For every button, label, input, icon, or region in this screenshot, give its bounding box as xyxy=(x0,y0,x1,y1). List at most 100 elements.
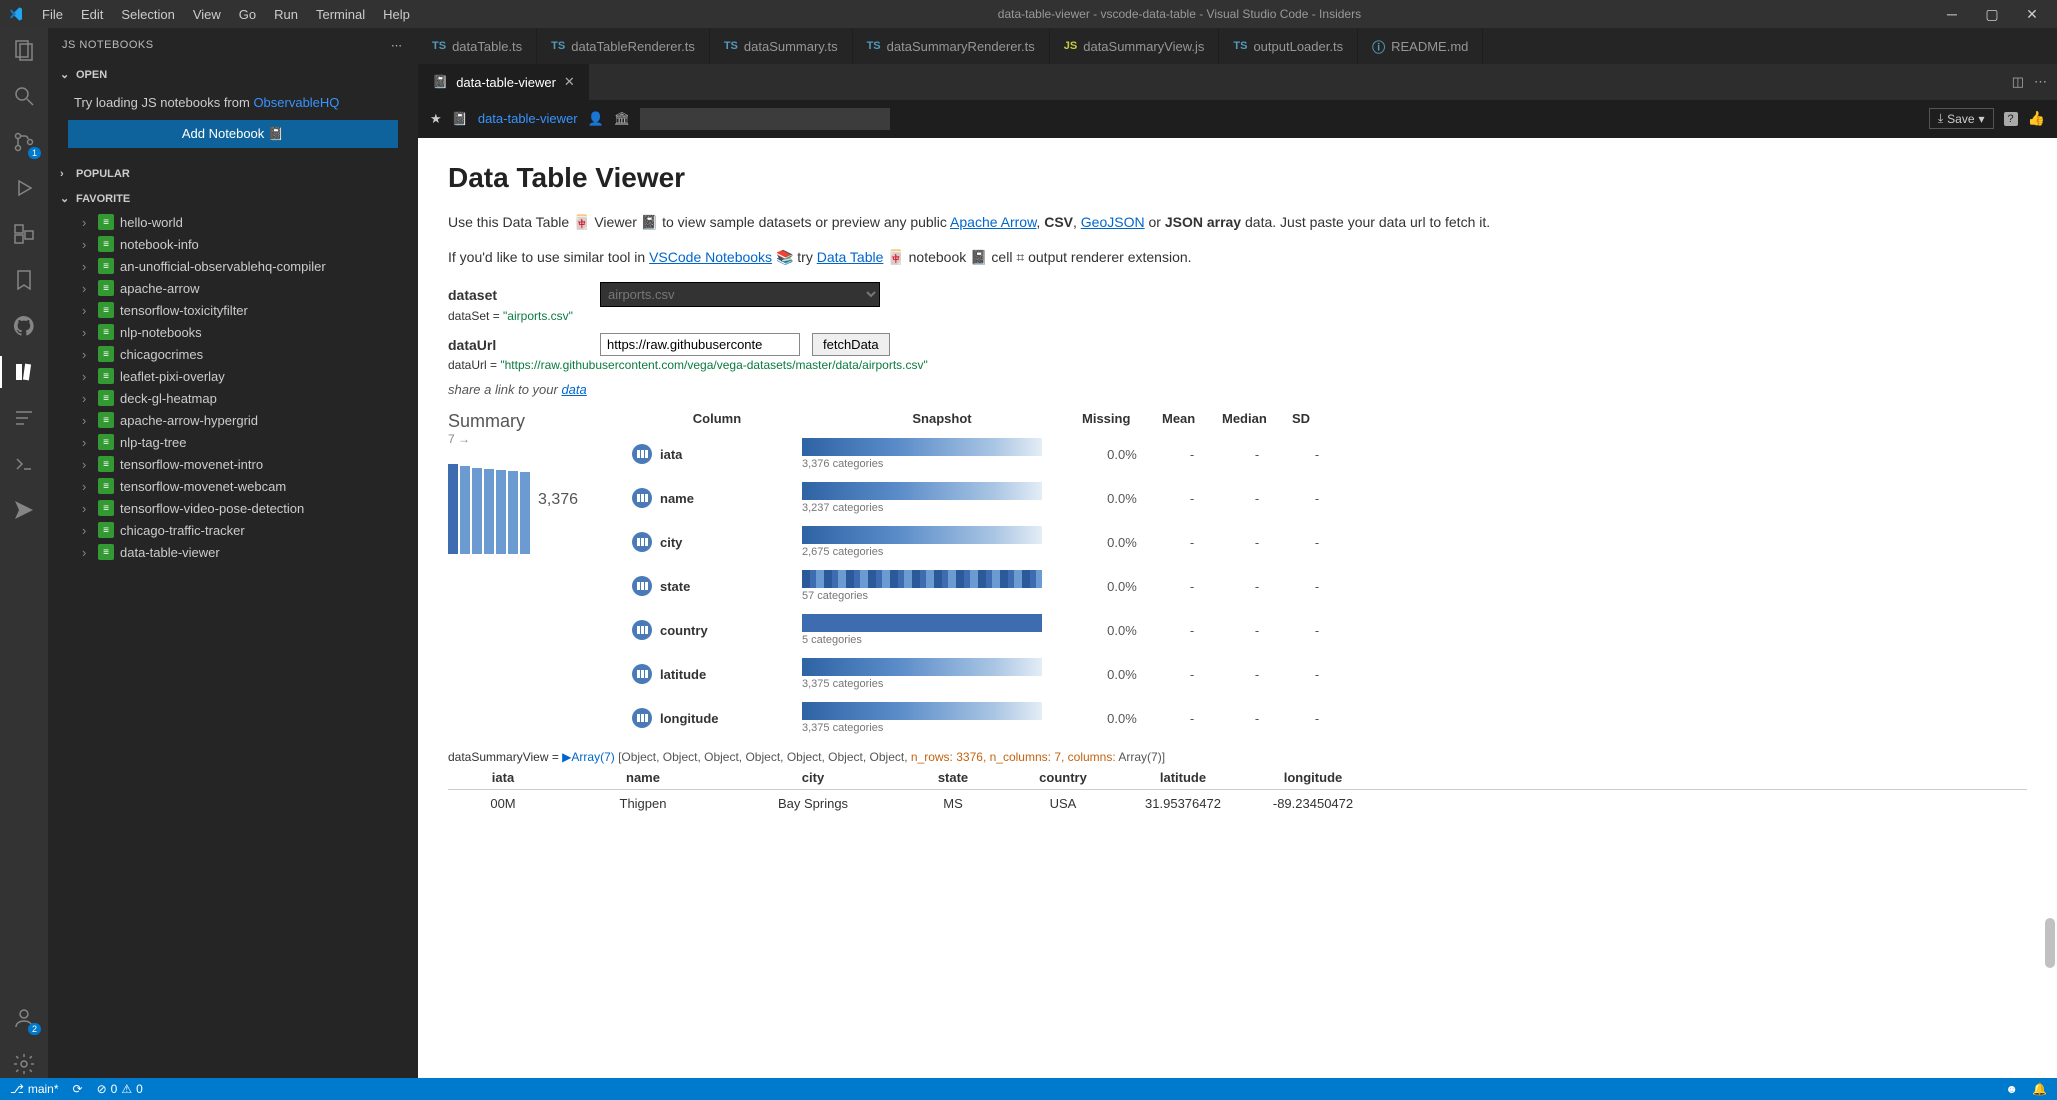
search-icon[interactable] xyxy=(10,82,38,110)
menu-terminal[interactable]: Terminal xyxy=(308,3,373,26)
add-notebook-button[interactable]: Add Notebook 📓 xyxy=(68,120,398,148)
menu-go[interactable]: Go xyxy=(231,3,264,26)
status-bell-icon[interactable]: 🔔 xyxy=(2032,1082,2047,1096)
chevron-right-icon: › xyxy=(82,303,92,318)
sidebar-item-an-unofficial-observablehq-compiler[interactable]: ›≡an-unofficial-observablehq-compiler xyxy=(64,255,402,277)
send-icon[interactable] xyxy=(10,496,38,524)
chevron-right-icon: › xyxy=(82,237,92,252)
snapshot-bar: 5 categories xyxy=(802,614,1082,646)
thumbs-up-icon[interactable]: 👍 xyxy=(2028,110,2045,127)
tab-dataTable-ts[interactable]: TSdataTable.ts xyxy=(418,28,537,64)
missing-cell: 0.0% xyxy=(1082,535,1162,550)
sidebar-item-data-table-viewer[interactable]: ›≡data-table-viewer xyxy=(64,541,402,563)
dt-header: name xyxy=(558,770,728,785)
sidebar-item-leaflet-pixi-overlay[interactable]: ›≡leaflet-pixi-overlay xyxy=(64,365,402,387)
toolbar-search-input[interactable] xyxy=(640,108,890,130)
tab-dataSummaryRenderer-ts[interactable]: TSdataSummaryRenderer.ts xyxy=(853,28,1050,64)
tab-data-table-viewer[interactable]: 📓 data-table-viewer ✕ xyxy=(418,64,589,100)
scrollbar-thumb[interactable] xyxy=(2045,918,2055,968)
sidebar-item-tensorflow-movenet-intro[interactable]: ›≡tensorflow-movenet-intro xyxy=(64,453,402,475)
titlebar: File Edit Selection View Go Run Terminal… xyxy=(0,0,2057,28)
menu-edit[interactable]: Edit xyxy=(73,3,111,26)
sidebar-item-chicagocrimes[interactable]: ›≡chicagocrimes xyxy=(64,343,402,365)
tab-README-md[interactable]: ⓘREADME.md xyxy=(1358,28,1483,64)
extensions-icon[interactable] xyxy=(10,220,38,248)
sidebar-item-apache-arrow[interactable]: ›≡apache-arrow xyxy=(64,277,402,299)
data-table-link[interactable]: Data Table xyxy=(817,249,884,265)
tab-dataTableRenderer-ts[interactable]: TSdataTableRenderer.ts xyxy=(537,28,710,64)
accounts-icon[interactable]: 2 xyxy=(10,1004,38,1032)
fetch-data-button[interactable]: fetchData xyxy=(812,333,890,356)
dt-header: latitude xyxy=(1118,770,1248,785)
menu-help[interactable]: Help xyxy=(375,3,418,26)
settings-gear-icon[interactable] xyxy=(10,1050,38,1078)
share-data-link[interactable]: data xyxy=(561,382,586,397)
dt-cell: 31.95376472 xyxy=(1118,796,1248,811)
section-open[interactable]: ⌄OPEN xyxy=(60,64,406,85)
more-actions-icon[interactable]: ⋯ xyxy=(2034,74,2047,90)
status-sync[interactable]: ⟳ xyxy=(73,1082,83,1096)
source-control-icon[interactable]: 1 xyxy=(10,128,38,156)
split-editor-icon[interactable]: ◫ xyxy=(2012,74,2024,90)
sidebar-more-icon[interactable]: ⋯ xyxy=(391,39,404,52)
status-problems[interactable]: ⊘0 ⚠0 xyxy=(97,1082,143,1096)
menu-selection[interactable]: Selection xyxy=(113,3,182,26)
sidebar-item-tensorflow-toxicityfilter[interactable]: ›≡tensorflow-toxicityfilter xyxy=(64,299,402,321)
github-icon[interactable] xyxy=(10,312,38,340)
notebook-icon: ≡ xyxy=(98,214,114,230)
vscode-notebooks-link[interactable]: VSCode Notebooks xyxy=(649,249,772,265)
sidebar-item-deck-gl-heatmap[interactable]: ›≡deck-gl-heatmap xyxy=(64,387,402,409)
notebooks-icon[interactable] xyxy=(10,358,38,386)
building-icon[interactable]: 🏛 xyxy=(614,111,631,127)
sidebar-item-notebook-info[interactable]: ›≡notebook-info xyxy=(64,233,402,255)
bookmarks-icon[interactable] xyxy=(10,266,38,294)
status-feedback-icon[interactable]: ☻ xyxy=(2005,1082,2018,1096)
dataset-code: dataSet = "airports.csv" xyxy=(448,309,2027,323)
sidebar-item-apache-arrow-hypergrid[interactable]: ›≡apache-arrow-hypergrid xyxy=(64,409,402,431)
chevron-right-icon: › xyxy=(82,325,92,340)
geojson-link[interactable]: GeoJSON xyxy=(1081,214,1145,230)
user-icon[interactable]: 👤 xyxy=(588,111,604,127)
sidebar-item-tensorflow-video-pose-detection[interactable]: ›≡tensorflow-video-pose-detection xyxy=(64,497,402,519)
explorer-icon[interactable] xyxy=(10,36,38,64)
save-button[interactable]: ⤓Save▾ xyxy=(1929,108,1994,129)
breadcrumb-link[interactable]: data-table-viewer xyxy=(478,111,578,126)
summary-row: state57 categories0.0%--- xyxy=(632,564,2027,608)
categories-caption: 3,237 categories xyxy=(802,502,1082,514)
menu-file[interactable]: File xyxy=(34,3,71,26)
sidebar-item-nlp-tag-tree[interactable]: ›≡nlp-tag-tree xyxy=(64,431,402,453)
median-cell: - xyxy=(1222,579,1292,594)
notebook-icon: ≡ xyxy=(98,236,114,252)
notebook-content[interactable]: Data Table Viewer Use this Data Table 🀄 … xyxy=(418,138,2057,1078)
terminal-icon[interactable] xyxy=(10,450,38,478)
chevron-right-icon: › xyxy=(82,435,92,450)
chevron-right-icon: › xyxy=(82,281,92,296)
tab-dataSummary-ts[interactable]: TSdataSummary.ts xyxy=(710,28,853,64)
star-icon[interactable]: ★ xyxy=(430,111,442,127)
timeline-icon[interactable] xyxy=(10,404,38,432)
open-hint: Try loading JS notebooks from Observable… xyxy=(68,91,398,120)
status-branch[interactable]: ⎇main* xyxy=(10,1082,59,1096)
section-popular[interactable]: ›POPULAR xyxy=(60,164,406,184)
categorical-type-icon xyxy=(632,620,652,640)
apache-arrow-link[interactable]: Apache Arrow xyxy=(950,214,1036,230)
dataset-select[interactable]: airports.csv xyxy=(600,282,880,307)
sidebar-item-hello-world[interactable]: ›≡hello-world xyxy=(64,211,402,233)
observablehq-link[interactable]: ObservableHQ xyxy=(253,95,339,110)
sidebar-item-chicago-traffic-tracker[interactable]: ›≡chicago-traffic-tracker xyxy=(64,519,402,541)
maximize-icon[interactable]: ▢ xyxy=(1981,6,2003,23)
tab-dataSummaryView-js[interactable]: JSdataSummaryView.js xyxy=(1050,28,1220,64)
minimize-icon[interactable]: ─ xyxy=(1941,6,1963,23)
section-favorite[interactable]: ⌄FAVORITE xyxy=(60,188,406,209)
run-debug-icon[interactable] xyxy=(10,174,38,202)
help-icon[interactable]: ? xyxy=(2004,112,2018,126)
tab-outputLoader-ts[interactable]: TSoutputLoader.ts xyxy=(1219,28,1358,64)
dataurl-input[interactable] xyxy=(600,333,800,356)
close-icon[interactable]: ✕ xyxy=(2021,6,2043,23)
sidebar-item-tensorflow-movenet-webcam[interactable]: ›≡tensorflow-movenet-webcam xyxy=(64,475,402,497)
missing-cell: 0.0% xyxy=(1082,667,1162,682)
menu-view[interactable]: View xyxy=(185,3,229,26)
menu-run[interactable]: Run xyxy=(266,3,306,26)
sidebar-item-nlp-notebooks[interactable]: ›≡nlp-notebooks xyxy=(64,321,402,343)
tab-close-icon[interactable]: ✕ xyxy=(564,74,575,90)
